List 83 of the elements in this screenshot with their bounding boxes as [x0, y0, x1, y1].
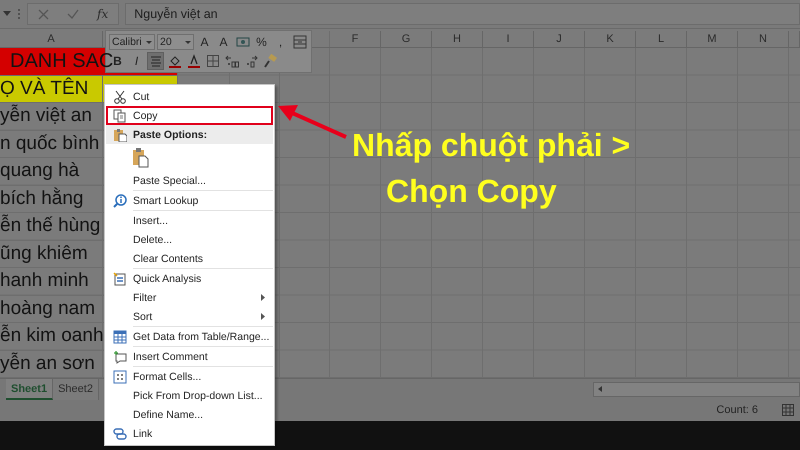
format-button[interactable]: I	[128, 52, 145, 70]
clipboard-icon	[112, 128, 126, 142]
column-header[interactable]: G	[381, 31, 432, 48]
format-button[interactable]: A	[215, 33, 232, 51]
column-header[interactable]: H	[432, 31, 483, 48]
number-format-icon[interactable]	[236, 35, 250, 49]
cell-text: yễn an sơn	[0, 352, 95, 374]
formula-input-field[interactable]: Nguyễn việt an	[125, 3, 800, 25]
submenu-arrow-icon	[261, 294, 265, 301]
column-header[interactable]: F	[330, 31, 381, 48]
menu-item[interactable]: Sort	[106, 307, 273, 326]
font-dropdown[interactable]: 20	[157, 34, 194, 50]
cell-text: Ọ VÀ TÊN	[0, 78, 88, 100]
paste-options-heading: Paste Options:	[106, 125, 273, 144]
horizontal-scrollbar[interactable]	[593, 382, 800, 397]
status-count: Count: 6	[716, 404, 758, 416]
menu-item[interactable]: Filter	[106, 288, 273, 307]
cell-text: ũng khiêm	[0, 242, 88, 264]
sheet-tab[interactable]: Sheet2	[53, 379, 99, 400]
quick-analysis-icon	[112, 272, 126, 286]
column-header[interactable]: L	[636, 31, 687, 48]
menu-item[interactable]: Paste Special...	[106, 171, 273, 190]
column-header[interactable]: J	[534, 31, 585, 48]
align-center-button[interactable]	[147, 52, 164, 70]
column-header[interactable]: I	[483, 31, 534, 48]
font-color-icon	[186, 54, 200, 68]
menu-item[interactable]: Get Data from Table/Range...	[106, 327, 273, 346]
cell-text: ễn thế hùng	[0, 215, 100, 237]
callout-text: Chọn Copy	[386, 172, 557, 211]
menu-item[interactable]: Define Name...	[106, 405, 273, 424]
cell-text: n quốc bình	[0, 132, 100, 154]
sheet-tab[interactable]: Sheet1	[6, 379, 54, 400]
check-icon[interactable]	[67, 9, 79, 19]
column-header[interactable]: M	[687, 31, 738, 48]
menu-item[interactable]: Insert...	[106, 211, 273, 230]
table-icon	[112, 330, 126, 344]
format-button[interactable]: ,	[272, 33, 289, 51]
submenu-arrow-icon	[261, 313, 265, 320]
font-color-button[interactable]	[185, 52, 202, 70]
normal-view-icon[interactable]	[782, 404, 794, 416]
paint-bucket-icon	[168, 54, 182, 68]
caret-down-icon	[185, 40, 191, 44]
menu-item[interactable]: Insert Comment	[106, 347, 273, 366]
menu-item[interactable]: Cut	[106, 87, 273, 106]
drag-handle-icon	[17, 8, 21, 20]
menu-item[interactable]: Clear Contents	[106, 249, 273, 268]
borders-button[interactable]	[204, 52, 221, 70]
callout-text: Nhấp chuột phải >	[352, 126, 630, 165]
table-format-icon[interactable]	[292, 35, 306, 49]
cancel-icon[interactable]	[38, 8, 49, 20]
font-dropdown[interactable]: Calibri	[109, 34, 156, 50]
insert-function-button[interactable]: fx	[97, 7, 108, 21]
cell-text: quang hà	[0, 160, 80, 182]
cell-text: hoàng nam	[0, 298, 96, 320]
decimal-increase-icon	[224, 54, 238, 68]
cell-text: bích hằng	[0, 188, 84, 210]
menu-item[interactable]: Smart Lookup	[106, 191, 273, 210]
align-center-icon	[148, 54, 162, 68]
paste-button[interactable]	[132, 147, 149, 168]
menu-item[interactable]: Link	[106, 424, 273, 443]
column-header[interactable]: A	[0, 31, 103, 48]
paintbrush-icon	[262, 54, 276, 68]
borders-icon	[206, 54, 220, 68]
copy-icon	[112, 108, 126, 122]
menu-item[interactable]: Copy	[106, 106, 273, 125]
caret-down-icon	[146, 40, 152, 44]
menu-item[interactable]: Format Cells...	[106, 367, 273, 386]
format-button[interactable]: A	[196, 33, 213, 51]
link-icon	[112, 426, 126, 440]
menu-item[interactable]: Delete...	[106, 230, 273, 249]
menu-item[interactable]: Pick From Drop-down List...	[106, 386, 273, 405]
cell-text: ễn kim oanh	[0, 325, 104, 347]
info-search-icon	[112, 194, 126, 208]
comment-icon	[112, 350, 126, 364]
column-header[interactable]: K	[585, 31, 636, 48]
cell-text: hanh minh	[0, 270, 89, 292]
caret-down-icon[interactable]	[3, 11, 11, 17]
format-button[interactable]: %	[253, 33, 270, 51]
menu-item[interactable]: Quick Analysis	[106, 269, 273, 288]
scissors-icon	[112, 90, 126, 104]
cell-text: yễn việt an	[0, 105, 92, 127]
column-header[interactable]: N	[738, 31, 789, 48]
format-cells-icon	[112, 370, 126, 384]
